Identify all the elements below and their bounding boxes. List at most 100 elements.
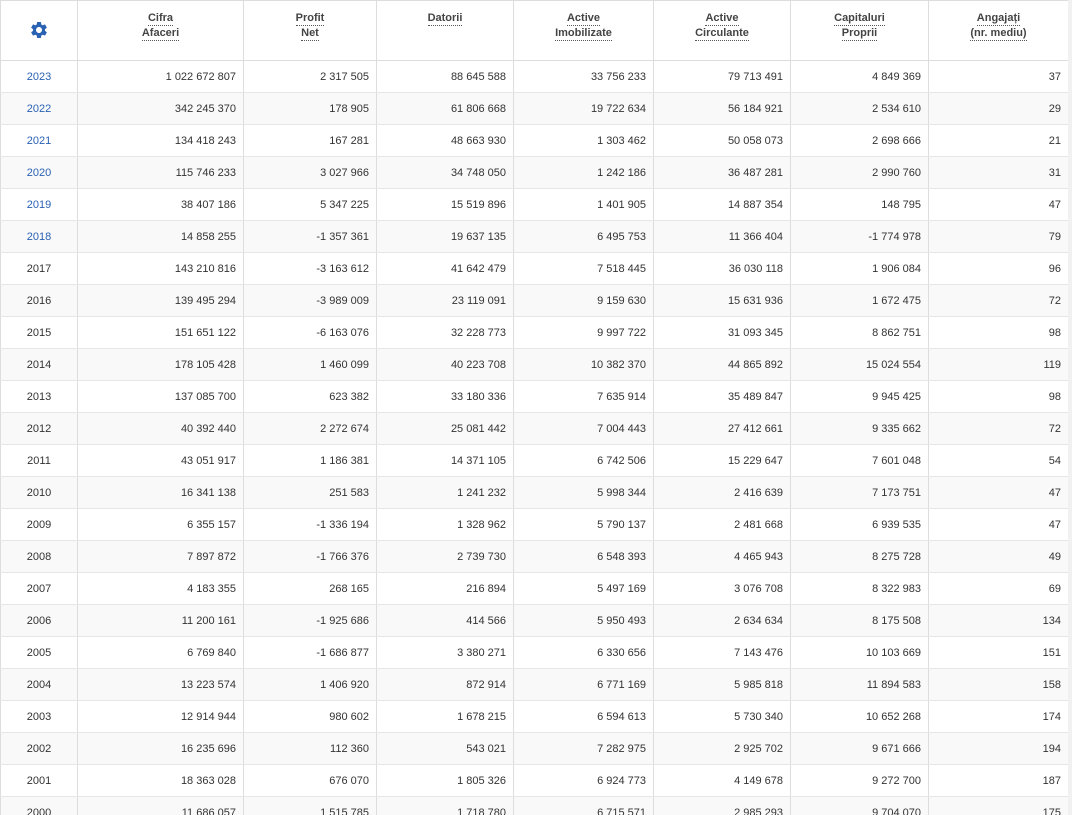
cell-datorii: 48 663 930 <box>376 124 514 157</box>
header-line-1: Active <box>705 12 739 26</box>
cell-datorii: 23 119 091 <box>376 284 514 317</box>
cell-profit-net: 1 460 099 <box>243 348 377 381</box>
cell-capitaluri-proprii: 7 173 751 <box>790 476 929 509</box>
cell-cifra-afaceri: 43 051 917 <box>77 444 244 477</box>
cell-active-circulante: 35 489 847 <box>653 380 791 413</box>
cell-profit-net: -1 336 194 <box>243 508 377 541</box>
cell-active-circulante: 14 887 354 <box>653 188 791 221</box>
cell-cifra-afaceri: 16 235 696 <box>77 732 244 765</box>
cell-active-circulante: 79 713 491 <box>653 60 791 93</box>
cell-profit-net: -1 925 686 <box>243 604 377 637</box>
year-cell: 2003 <box>0 700 78 733</box>
scrollbar[interactable] <box>1068 0 1072 815</box>
cell-capitaluri-proprii: -1 774 978 <box>790 220 929 253</box>
table-row: 2006 11 200 161 -1 925 686 414 566 5 950 493… <box>0 604 1068 637</box>
cell-datorii: 15 519 896 <box>376 188 514 221</box>
cell-active-imobilizate: 6 548 393 <box>513 540 654 573</box>
header-datorii[interactable]: Datorii <box>376 0 514 61</box>
cell-cifra-afaceri: 139 495 294 <box>77 284 244 317</box>
cell-angajati: 134 <box>928 604 1068 637</box>
cell-angajati: 47 <box>928 508 1068 541</box>
cell-datorii: 61 806 668 <box>376 92 514 125</box>
cell-capitaluri-proprii: 8 862 751 <box>790 316 929 349</box>
year-label: 2017 <box>26 262 52 275</box>
header-active-circulante[interactable]: Active Circulante <box>653 0 791 61</box>
table-row: 2003 12 914 944 980 602 1 678 215 6 594 613 5… <box>0 700 1068 733</box>
cell-capitaluri-proprii: 10 103 669 <box>790 636 929 669</box>
cell-profit-net: 5 347 225 <box>243 188 377 221</box>
year-label: 2014 <box>26 358 52 371</box>
cell-active-imobilizate: 10 382 370 <box>513 348 654 381</box>
cell-active-circulante: 3 076 708 <box>653 572 791 605</box>
year-link[interactable]: 2021 <box>27 135 51 147</box>
cell-cifra-afaceri: 178 105 428 <box>77 348 244 381</box>
table-row: 2022 342 245 370 178 905 61 806 668 19 722 6… <box>0 92 1068 125</box>
cell-cifra-afaceri: 18 363 028 <box>77 764 244 797</box>
year-cell: 2018 <box>0 220 78 253</box>
year-cell: 2008 <box>0 540 78 573</box>
cell-datorii: 88 645 588 <box>376 60 514 93</box>
year-label: 2011 <box>27 454 51 467</box>
year-link[interactable]: 2020 <box>27 167 51 179</box>
cell-capitaluri-proprii: 8 175 508 <box>790 604 929 637</box>
cell-cifra-afaceri: 38 407 186 <box>77 188 244 221</box>
gear-icon[interactable] <box>29 20 49 40</box>
cell-capitaluri-proprii: 6 939 535 <box>790 508 929 541</box>
year-link[interactable]: 2023 <box>27 71 51 83</box>
cell-angajati: 49 <box>928 540 1068 573</box>
cell-cifra-afaceri: 342 245 370 <box>77 92 244 125</box>
cell-profit-net: -1 357 361 <box>243 220 377 253</box>
cell-profit-net: 980 602 <box>243 700 377 733</box>
cell-cifra-afaceri: 11 200 161 <box>77 604 244 637</box>
header-capitaluri-proprii[interactable]: Capitaluri Proprii <box>790 0 929 61</box>
year-link[interactable]: 2019 <box>27 199 51 211</box>
cell-active-circulante: 44 865 892 <box>653 348 791 381</box>
cell-datorii: 543 021 <box>376 732 514 765</box>
header-cifra-afaceri[interactable]: Cifra Afaceri <box>77 0 244 61</box>
table-row: 2010 16 341 138 251 583 1 241 232 5 998 344 2… <box>0 476 1068 509</box>
year-label: 2012 <box>26 422 52 435</box>
financial-table-container: Cifra Afaceri Profit Net Datorii Active … <box>0 0 1068 815</box>
header-line-1: Profit <box>295 12 325 26</box>
cell-cifra-afaceri: 1 022 672 807 <box>77 60 244 93</box>
cell-datorii: 2 739 730 <box>376 540 514 573</box>
year-cell: 2001 <box>0 764 78 797</box>
cell-capitaluri-proprii: 9 671 666 <box>790 732 929 765</box>
cell-active-circulante: 50 058 073 <box>653 124 791 157</box>
cell-angajati: 29 <box>928 92 1068 125</box>
cell-active-circulante: 11 366 404 <box>653 220 791 253</box>
cell-datorii: 25 081 442 <box>376 412 514 445</box>
cell-capitaluri-proprii: 2 534 610 <box>790 92 929 125</box>
cell-cifra-afaceri: 137 085 700 <box>77 380 244 413</box>
table-row: 2012 40 392 440 2 272 674 25 081 442 7 004 4… <box>0 412 1068 445</box>
year-cell: 2016 <box>0 284 78 317</box>
header-profit-net[interactable]: Profit Net <box>243 0 377 61</box>
year-cell: 2006 <box>0 604 78 637</box>
cell-datorii: 33 180 336 <box>376 380 514 413</box>
cell-datorii: 41 642 479 <box>376 252 514 285</box>
year-link[interactable]: 2022 <box>27 103 51 115</box>
header-row: Cifra Afaceri Profit Net Datorii Active … <box>0 0 1068 61</box>
cell-profit-net: 2 272 674 <box>243 412 377 445</box>
cell-capitaluri-proprii: 9 335 662 <box>790 412 929 445</box>
year-cell: 2000 <box>0 796 78 815</box>
year-link[interactable]: 2018 <box>27 231 51 243</box>
cell-angajati: 174 <box>928 700 1068 733</box>
cell-active-imobilizate: 7 004 443 <box>513 412 654 445</box>
year-cell: 2010 <box>0 476 78 509</box>
table-row: 2020 115 746 233 3 027 966 34 748 050 1 242 … <box>0 156 1068 189</box>
year-label: 2008 <box>26 550 52 563</box>
table-row: 2011 43 051 917 1 186 381 14 371 105 6 742 5… <box>0 444 1068 477</box>
year-label: 2009 <box>26 518 52 531</box>
table-body: 2023 1 022 672 807 2 317 505 88 645 588 33 7… <box>0 60 1068 815</box>
cell-active-imobilizate: 7 282 975 <box>513 732 654 765</box>
cell-datorii: 14 371 105 <box>376 444 514 477</box>
year-label: 2003 <box>26 710 52 723</box>
header-active-imobilizate[interactable]: Active Imobilizate <box>513 0 654 61</box>
cell-active-circulante: 7 143 476 <box>653 636 791 669</box>
table-row: 2017 143 210 816 -3 163 612 41 642 479 7 518… <box>0 252 1068 285</box>
table-row: 2009 6 355 157 -1 336 194 1 328 962 5 790 13… <box>0 508 1068 541</box>
header-line-1: Angajați <box>976 12 1021 26</box>
header-angajati[interactable]: Angajați (nr. mediu) <box>928 0 1068 61</box>
cell-datorii: 872 914 <box>376 668 514 701</box>
